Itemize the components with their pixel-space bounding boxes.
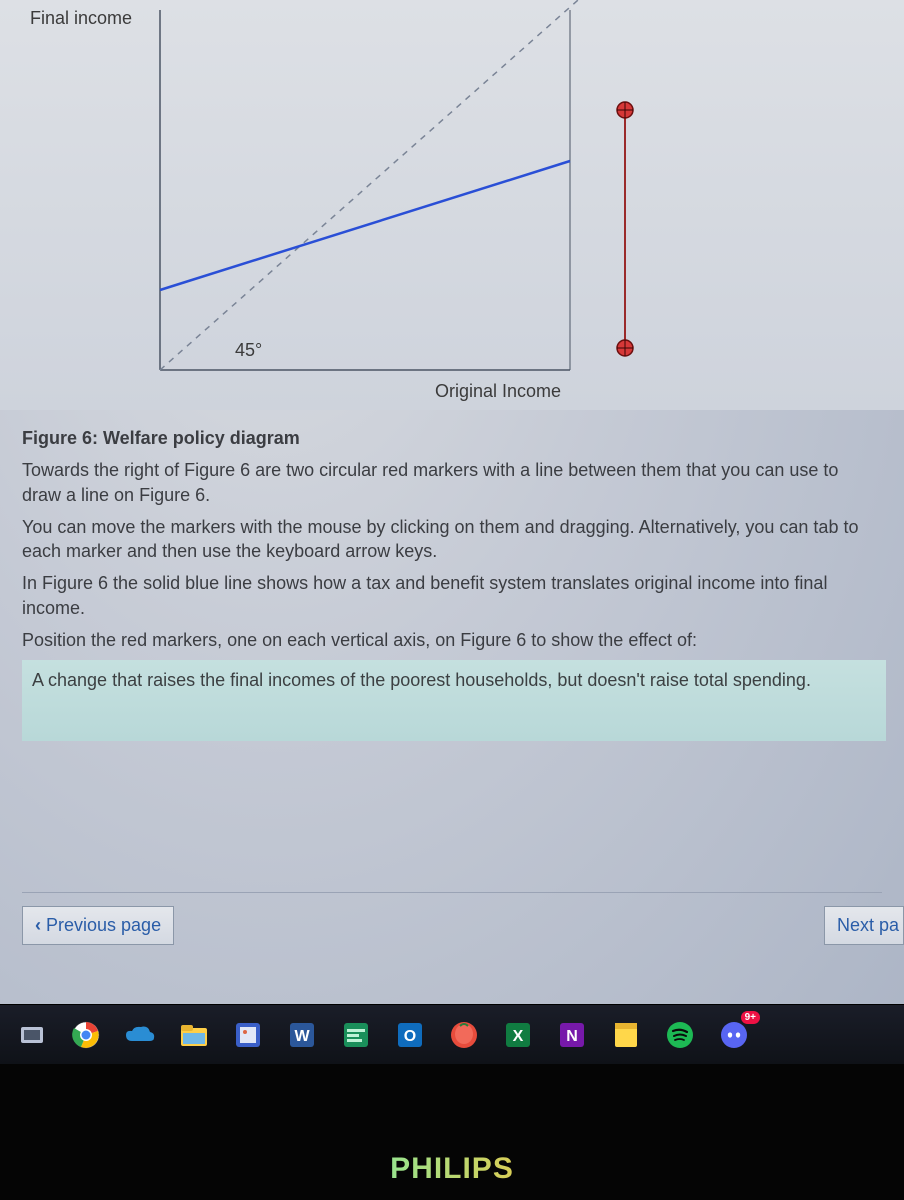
notes-icon[interactable]	[608, 1017, 644, 1053]
onedrive-icon[interactable]	[122, 1017, 158, 1053]
angle-label: 45°	[235, 340, 262, 361]
prev-label: Previous page	[46, 915, 161, 935]
welfare-chart: Final income 45° Original Income	[0, 0, 904, 410]
excel-icon[interactable]: X	[500, 1017, 536, 1053]
instruction-para-4: Position the red markers, one on each ve…	[0, 622, 904, 654]
svg-text:W: W	[294, 1028, 310, 1045]
instruction-para-2: You can move the markers with the mouse …	[0, 509, 904, 566]
monitor-brand: PHILIPS	[0, 1152, 904, 1186]
onenote-icon[interactable]: N	[554, 1017, 590, 1053]
instruction-para-1: Towards the right of Figure 6 are two ci…	[0, 452, 904, 509]
discord-icon[interactable]: 9+	[716, 1017, 752, 1053]
chrome-icon[interactable]	[68, 1017, 104, 1053]
monitor-bezel: PHILIPS	[0, 1064, 904, 1200]
windows-taskbar[interactable]: W O X N 9+	[0, 1004, 904, 1064]
red-marker-top[interactable]	[615, 100, 635, 120]
previous-page-button[interactable]: ‹ Previous page	[22, 906, 174, 945]
next-label: Next pa	[837, 915, 899, 935]
question-prompt: A change that raises the final incomes o…	[22, 660, 886, 740]
svg-text:N: N	[566, 1028, 578, 1045]
red-marker-bottom[interactable]	[615, 338, 635, 358]
task-view-icon[interactable]	[14, 1017, 50, 1053]
divider	[22, 892, 882, 893]
generic-app-icon[interactable]	[446, 1017, 482, 1053]
next-page-button[interactable]: Next pa	[824, 906, 904, 945]
instruction-para-3: In Figure 6 the solid blue line shows ho…	[0, 565, 904, 622]
word-icon[interactable]: W	[284, 1017, 320, 1053]
snip-icon[interactable]	[230, 1017, 266, 1053]
nav-row: ‹ Previous page Next pa	[0, 906, 904, 954]
file-explorer-icon[interactable]	[176, 1017, 212, 1053]
screen-content: Final income 45° Original Income Fi	[0, 0, 904, 1080]
svg-text:X: X	[513, 1028, 524, 1045]
spotify-icon[interactable]	[662, 1017, 698, 1053]
chevron-left-icon: ‹	[35, 915, 46, 935]
chart-svg	[0, 0, 904, 410]
code-icon[interactable]	[338, 1017, 374, 1053]
figure-caption: Figure 6: Welfare policy diagram	[0, 410, 904, 452]
outlook-icon[interactable]: O	[392, 1017, 428, 1053]
notification-badge: 9+	[741, 1011, 760, 1024]
x-axis-label: Original Income	[435, 381, 561, 402]
svg-text:O: O	[404, 1028, 416, 1045]
